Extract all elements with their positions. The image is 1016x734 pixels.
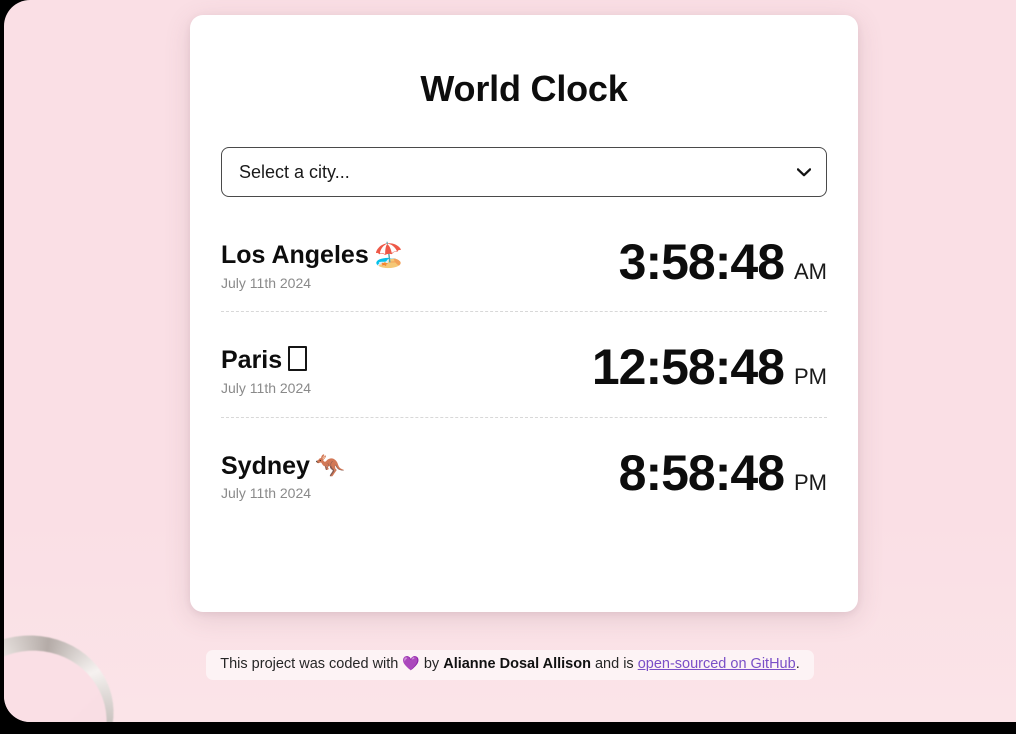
clock-row: Paris July 11th 2024 12:58:48 PM (221, 311, 827, 416)
clock-row: Los Angeles 🏖️ July 11th 2024 3:58:48 AM (221, 223, 827, 311)
city-name: Sydney 🦘 (221, 452, 345, 482)
clock-list: Los Angeles 🏖️ July 11th 2024 3:58:48 AM … (221, 223, 827, 522)
city-block: Paris July 11th 2024 (221, 342, 311, 396)
time-block: 3:58:48 AM (619, 237, 827, 287)
city-select[interactable]: Select a city... (221, 147, 827, 197)
clock-row: Sydney 🦘 July 11th 2024 8:58:48 PM (221, 416, 827, 522)
page-background: World Clock Select a city... Los Angeles… (4, 0, 1016, 722)
footer: This project was coded with 💜 by Alianne… (4, 650, 1016, 680)
city-name: Los Angeles 🏖️ (221, 241, 404, 271)
city-block: Los Angeles 🏖️ July 11th 2024 (221, 237, 404, 291)
time-block: 8:58:48 PM (619, 448, 827, 498)
time-meridiem: PM (794, 364, 827, 390)
time-value: 12:58:48 (591, 339, 785, 396)
footer-lead-text: This project was coded with (220, 656, 399, 672)
footer-and-is-text: and is (594, 656, 634, 672)
footer-author-name: Alianne Dosal Allison (443, 656, 591, 672)
beach-with-umbrella-emoji: 🏖️ (373, 242, 404, 269)
time-value: 8:58:48 (618, 444, 785, 501)
footer-credit: This project was coded with 💜 by Alianne… (206, 650, 814, 680)
time-meridiem: AM (794, 259, 827, 284)
time-value: 3:58:48 (618, 234, 785, 290)
screen: World Clock Select a city... Los Angeles… (0, 0, 1016, 734)
city-name-label: Los Angeles (221, 241, 369, 269)
city-block: Sydney 🦘 July 11th 2024 (221, 448, 345, 502)
purple-heart-icon: 💜 (402, 655, 420, 671)
footer-by-text: by (423, 656, 440, 672)
kangaroo-emoji: 🦘 (314, 452, 345, 480)
city-date: July 11th 2024 (221, 379, 312, 396)
time-block: 12:58:48 PM (592, 342, 827, 392)
missing-glyph-tofu-icon (288, 346, 308, 372)
world-clock-card: World Clock Select a city... Los Angeles… (190, 15, 858, 612)
city-name: Paris (221, 346, 311, 376)
city-date: July 11th 2024 (221, 485, 312, 502)
city-name-label: Paris (221, 346, 283, 375)
city-name-label: Sydney (221, 451, 310, 480)
city-select-container: Select a city... (221, 147, 827, 197)
github-link[interactable]: open-sourced on GitHub (638, 656, 796, 672)
footer-period: . (795, 656, 800, 672)
city-date: July 11th 2024 (221, 274, 312, 291)
time-meridiem: PM (794, 469, 827, 495)
page-title: World Clock (420, 68, 628, 109)
